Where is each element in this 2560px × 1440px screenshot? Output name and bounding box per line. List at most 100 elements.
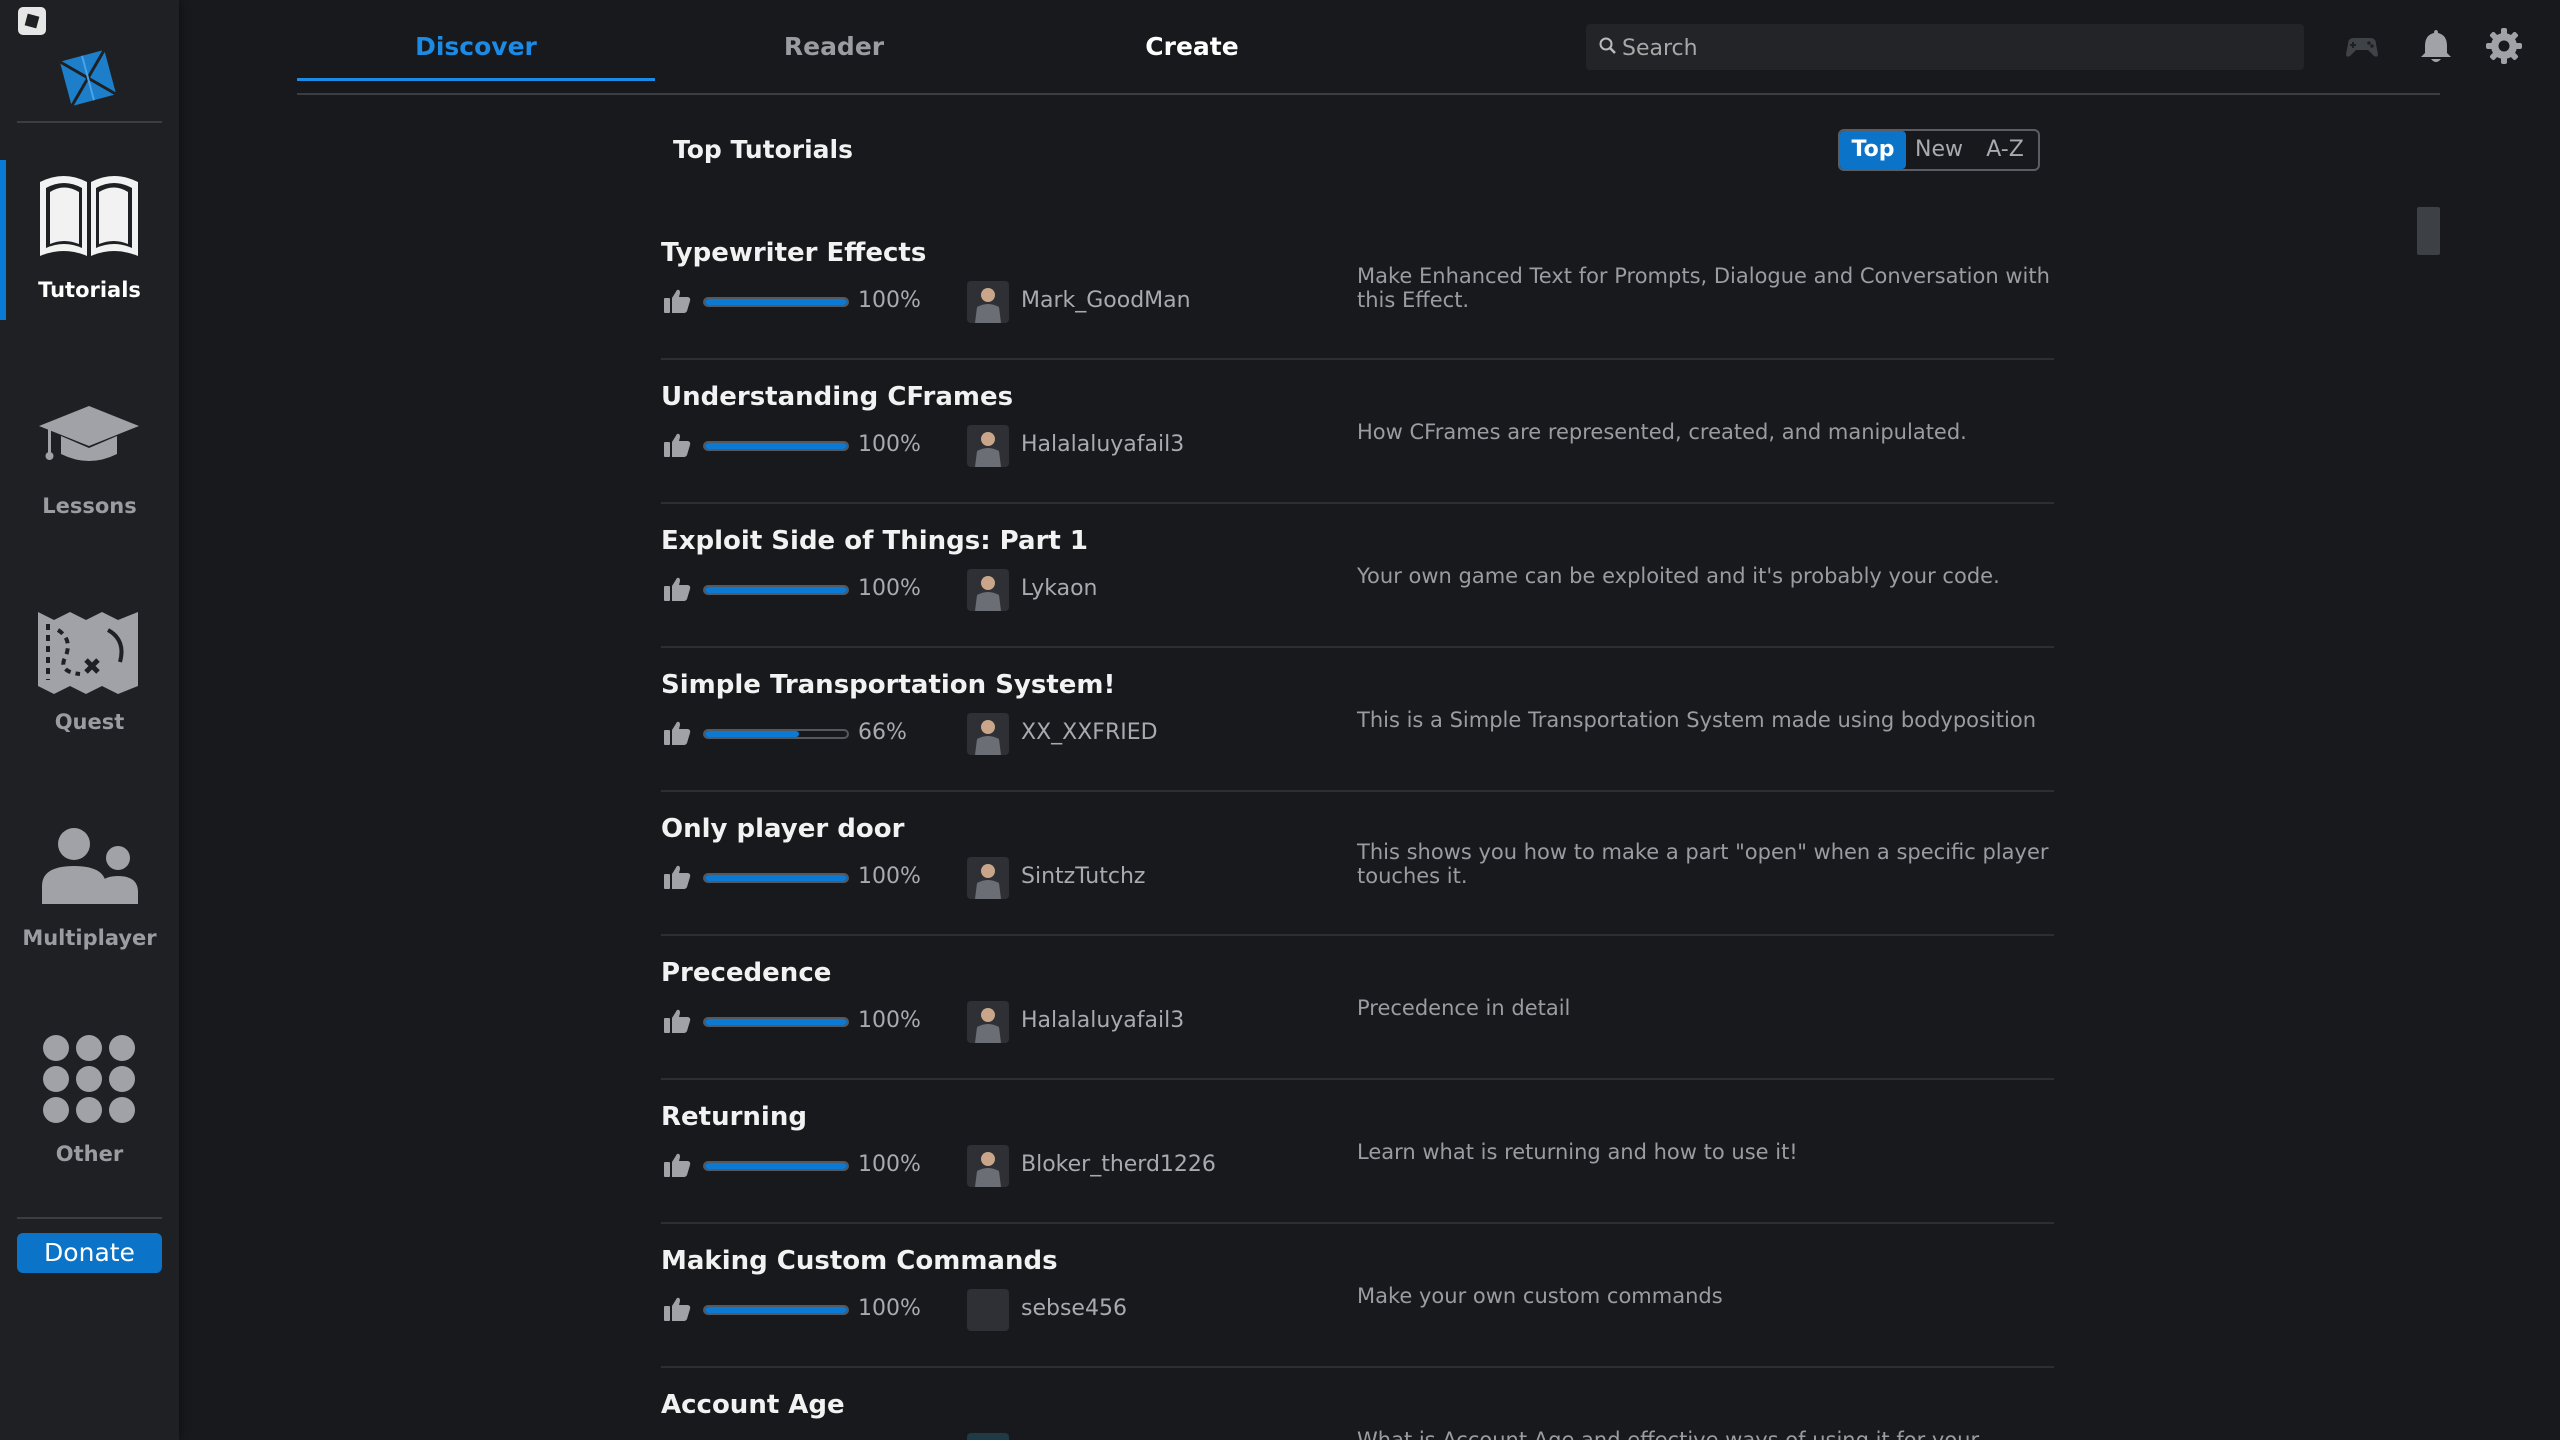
author-name[interactable]: sebse456 bbox=[1021, 1296, 1127, 1321]
users-icon bbox=[42, 828, 138, 904]
tutorial-title: Precedence bbox=[661, 958, 832, 988]
tutorial-description: This is a Simple Transportation System m… bbox=[1357, 708, 2037, 732]
rating-bar bbox=[703, 1305, 849, 1315]
app-menu-icon[interactable] bbox=[18, 7, 46, 35]
tutorial-list: Typewriter Effects 100% Mark_GoodMan Mak… bbox=[661, 216, 2054, 1440]
sort-option-top[interactable]: Top bbox=[1840, 131, 1906, 169]
sidebar-item-quest[interactable]: Quest bbox=[0, 592, 179, 752]
rating-percent: 100% bbox=[858, 864, 921, 889]
tutorial-title: Simple Transportation System! bbox=[661, 670, 1116, 700]
sidebar-item-label: Multiplayer bbox=[22, 926, 157, 950]
avatar-icon bbox=[975, 720, 1001, 755]
rating-bar-fill bbox=[705, 875, 847, 881]
logo-icon bbox=[59, 49, 117, 107]
tutorial-description: How CFrames are represented, created, an… bbox=[1357, 420, 1967, 444]
author-name[interactable]: XX_XXFRIED bbox=[1021, 720, 1158, 745]
search-box[interactable] bbox=[1586, 24, 2304, 72]
sort-option-new[interactable]: New bbox=[1906, 131, 1972, 169]
tutorial-row[interactable]: Simple Transportation System! 66% XX_XXF… bbox=[661, 648, 2054, 792]
section-title: Top Tutorials bbox=[673, 135, 853, 164]
author-name[interactable]: Bloker_therd1226 bbox=[1021, 1152, 1216, 1177]
avatar-icon bbox=[975, 576, 1001, 611]
avatar-icon bbox=[975, 1152, 1001, 1187]
thumbs-up-icon bbox=[664, 1153, 691, 1177]
search-input[interactable] bbox=[1620, 24, 2284, 72]
tutorial-description: Learn what is returning and how to use i… bbox=[1357, 1140, 1798, 1164]
rating-bar bbox=[703, 1161, 849, 1171]
book-icon bbox=[40, 176, 138, 256]
tab-create[interactable]: Create bbox=[1013, 0, 1371, 78]
author-name[interactable]: Lykaon bbox=[1021, 576, 1098, 601]
scrollbar-thumb[interactable] bbox=[2417, 207, 2440, 255]
avatar bbox=[967, 857, 1009, 899]
tutorial-description: What is Account Age and effective ways o… bbox=[1357, 1428, 1980, 1440]
rating-bar-fill bbox=[705, 587, 847, 593]
tutorial-row[interactable]: Returning 100% Bloker_therd1226 Learn wh… bbox=[661, 1080, 2054, 1224]
author-name[interactable]: Halalaluyafail3 bbox=[1021, 432, 1184, 457]
sidebar-item-other[interactable]: Other bbox=[0, 1024, 179, 1184]
rating-percent: 100% bbox=[858, 288, 921, 313]
tutorial-row[interactable]: Account Age What is Account Age and effe… bbox=[661, 1368, 2054, 1440]
sort-option-az[interactable]: A-Z bbox=[1972, 131, 2038, 169]
thumbs-up-icon bbox=[664, 865, 691, 889]
sidebar-item-tutorials[interactable]: Tutorials bbox=[0, 160, 179, 320]
avatar-icon bbox=[967, 1433, 1009, 1440]
controller-icon[interactable] bbox=[2342, 26, 2382, 66]
avatar bbox=[967, 281, 1009, 323]
rating-bar bbox=[703, 441, 849, 451]
sidebar: Tutorials Lessons Quest Multiplayer Othe… bbox=[0, 0, 179, 1440]
donate-button[interactable]: Donate bbox=[17, 1233, 162, 1273]
tutorial-row[interactable]: Typewriter Effects 100% Mark_GoodMan Mak… bbox=[661, 216, 2054, 360]
grid-dots-icon bbox=[43, 1035, 135, 1123]
tutorial-description: Make your own custom commands bbox=[1357, 1284, 1723, 1308]
tutorial-row[interactable]: Precedence 100% Halalaluyafail3 Preceden… bbox=[661, 936, 2054, 1080]
rating-bar-fill bbox=[705, 1019, 847, 1025]
graduation-cap-icon bbox=[39, 406, 139, 461]
author-name[interactable]: SintzTutchz bbox=[1021, 864, 1145, 889]
tutorial-description: This shows you how to make a part "open"… bbox=[1357, 840, 2049, 888]
rating-bar-fill bbox=[705, 299, 847, 305]
author-name[interactable]: Halalaluyafail3 bbox=[1021, 1008, 1184, 1033]
avatar bbox=[967, 425, 1009, 467]
avatar bbox=[967, 1289, 1009, 1331]
sidebar-divider bbox=[17, 121, 162, 123]
rating-bar-fill bbox=[705, 1307, 847, 1313]
avatar bbox=[967, 1433, 1009, 1440]
tab-reader[interactable]: Reader bbox=[655, 0, 1013, 78]
author-name[interactable]: Mark_GoodMan bbox=[1021, 288, 1191, 313]
app-window: Tutorials Lessons Quest Multiplayer Othe… bbox=[0, 0, 2560, 1440]
sidebar-item-label: Quest bbox=[54, 710, 125, 734]
avatar-icon bbox=[975, 432, 1001, 467]
sidebar-item-label: Tutorials bbox=[38, 278, 141, 302]
tutorial-row[interactable]: Only player door 100% SintzTutchz This s… bbox=[661, 792, 2054, 936]
gear-icon[interactable] bbox=[2484, 26, 2524, 66]
rating-bar-fill bbox=[705, 443, 847, 449]
avatar-icon bbox=[975, 288, 1001, 323]
tutorial-description: Make Enhanced Text for Prompts, Dialogue… bbox=[1357, 264, 2050, 312]
rating-percent: 100% bbox=[858, 1152, 921, 1177]
rating-bar bbox=[703, 873, 849, 883]
rating-bar-fill bbox=[705, 1163, 847, 1169]
thumbs-up-icon bbox=[664, 1297, 691, 1321]
header-divider bbox=[297, 93, 2440, 95]
tutorial-title: Exploit Side of Things: Part 1 bbox=[661, 526, 1088, 556]
rating-percent: 100% bbox=[858, 576, 921, 601]
tab-discover[interactable]: Discover bbox=[297, 0, 655, 81]
rating-bar bbox=[703, 297, 849, 307]
avatar-icon bbox=[975, 864, 1001, 899]
tutorial-row[interactable]: Understanding CFrames 100% Halalaluyafai… bbox=[661, 360, 2054, 504]
thumbs-up-icon bbox=[664, 433, 691, 457]
avatar bbox=[967, 1145, 1009, 1187]
rating-bar-fill bbox=[705, 731, 799, 737]
tutorial-row[interactable]: Making Custom Commands 100% sebse456 Mak… bbox=[661, 1224, 2054, 1368]
avatar-icon bbox=[975, 1008, 1001, 1043]
tutorial-row[interactable]: Exploit Side of Things: Part 1 100% Lyka… bbox=[661, 504, 2054, 648]
sidebar-item-lessons[interactable]: Lessons bbox=[0, 376, 179, 536]
bell-icon[interactable] bbox=[2416, 26, 2456, 66]
thumbs-up-icon bbox=[664, 1009, 691, 1033]
sort-toggle: Top New A-Z bbox=[1838, 129, 2040, 171]
sidebar-item-multiplayer[interactable]: Multiplayer bbox=[0, 808, 179, 968]
thumbs-up-icon bbox=[664, 289, 691, 313]
tutorial-description: Your own game can be exploited and it's … bbox=[1357, 564, 2000, 588]
treasure-map-icon bbox=[38, 612, 138, 694]
